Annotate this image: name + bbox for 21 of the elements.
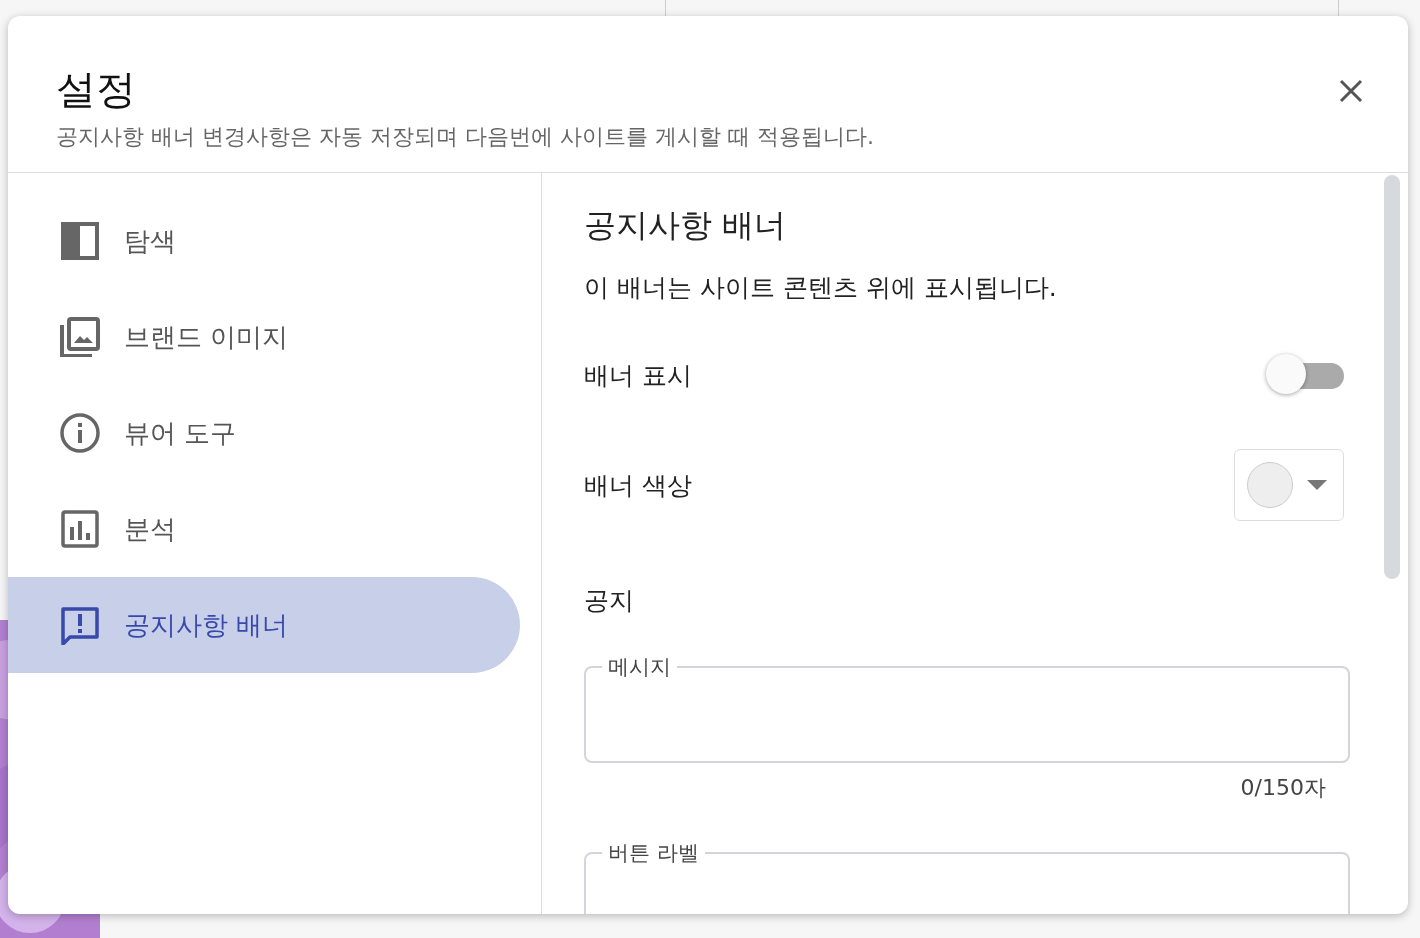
scrollbar-thumb[interactable] xyxy=(1384,175,1400,579)
nav-item[interactable]: 브랜드 이미지 xyxy=(8,289,520,385)
images-icon xyxy=(60,317,100,357)
chart-icon xyxy=(60,509,100,549)
nav-item[interactable]: 분석 xyxy=(8,481,520,577)
setting-label: 배너 색상 xyxy=(584,469,692,502)
color-picker[interactable] xyxy=(1234,449,1344,521)
panel-icon xyxy=(60,221,100,261)
nav-item[interactable]: 탐색 xyxy=(8,193,520,289)
section-label: 공지 xyxy=(584,585,635,617)
panel-title: 공지사항 배너 xyxy=(584,205,788,246)
info-icon xyxy=(60,413,100,453)
nav-item[interactable]: 뷰어 도구 xyxy=(8,385,520,481)
setting-label: 배너 표시 xyxy=(584,359,692,392)
nav-item[interactable]: 공지사항 배너 xyxy=(8,577,520,673)
feedback-icon xyxy=(60,605,100,645)
dropdown-caret-icon xyxy=(1307,480,1327,490)
dialog-title: 설정 xyxy=(56,65,137,114)
character-counter: 0/150자 xyxy=(1239,774,1327,802)
dialog-subtitle: 공지사항 배너 변경사항은 자동 저장되며 다음번에 사이트를 게시할 때 적용됩니다. xyxy=(56,123,874,151)
panel-description: 이 배너는 사이트 콘텐츠 위에 표시됩니다. xyxy=(584,272,1058,304)
